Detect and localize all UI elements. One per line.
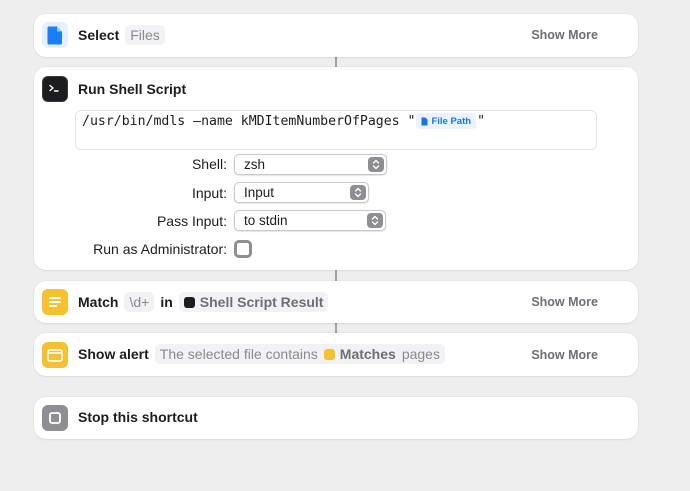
shell-label: Shell: [191,156,227,172]
chevron-up-down-icon [367,213,383,228]
matches-label: Matches [339,346,396,362]
show-more-button[interactable]: Show More [531,348,598,362]
run-as-admin-checkbox[interactable] [234,240,252,258]
flow-connector [335,323,337,333]
shortcut-editor: Select Files Show More Run Shell Script … [0,0,690,491]
script-editor[interactable]: /usr/bin/mdls —name kMDItemNumberOfPages… [75,110,597,150]
file-path-label: File Path [431,115,472,127]
run-as-admin-label: Run as Administrator: [93,241,227,257]
window-icon [42,342,68,368]
pass-input-value: to stdin [244,213,288,228]
select-files-action[interactable]: Select Files Show More [34,14,638,57]
chevron-up-down-icon [350,185,366,200]
terminal-icon [42,76,68,102]
action-title: Run Shell Script [78,81,187,97]
run-shell-script-action[interactable]: Run Shell Script /usr/bin/mdls —name kMD… [34,67,638,270]
stop-shortcut-action[interactable]: Stop this shortcut [34,397,638,439]
input-popup[interactable]: Input [234,182,369,203]
match-icon [323,348,335,360]
action-title: Match [78,294,119,310]
pattern-token[interactable]: \d+ [124,292,155,312]
input-value: Input [244,185,275,200]
input-label: Input: [191,185,227,201]
file-path-variable-token[interactable]: File Path [416,113,477,129]
action-title: Stop this shortcut [78,409,198,425]
chevron-up-down-icon [368,157,384,172]
flow-connector [335,57,337,67]
terminal-icon [183,296,195,308]
stop-icon [42,405,68,431]
matches-variable-token[interactable]: Matches [323,346,396,362]
match-icon [42,289,68,315]
alert-message-prefix: The selected file contains [159,346,318,362]
files-parameter-token[interactable]: Files [125,25,165,45]
alert-message-field[interactable]: The selected file contains Matches pages [154,344,445,364]
shell-script-result-label: Shell Script Result [199,294,324,310]
show-more-button[interactable]: Show More [531,28,598,42]
flow-connector [335,270,337,281]
document-icon [42,22,68,48]
script-text-close: " [477,113,486,129]
pass-input-label: Pass Input: [156,213,227,229]
shell-value: zsh [244,157,266,172]
match-text-action[interactable]: Match \d+ in Shell Script Result Show Mo… [34,281,638,323]
action-title: Show alert [78,346,149,362]
document-icon [421,117,428,125]
alert-message-suffix: pages [401,346,440,362]
in-label: in [160,294,173,310]
show-alert-action[interactable]: Show alert The selected file contains Ma… [34,333,638,376]
show-more-button[interactable]: Show More [531,295,598,309]
shell-popup[interactable]: zsh [234,154,387,175]
shell-script-result-token[interactable]: Shell Script Result [178,292,329,312]
script-text: /usr/bin/mdls —name kMDItemNumberOfPages… [82,113,416,129]
action-title: Select [78,27,120,43]
pass-input-popup[interactable]: to stdin [234,210,386,231]
